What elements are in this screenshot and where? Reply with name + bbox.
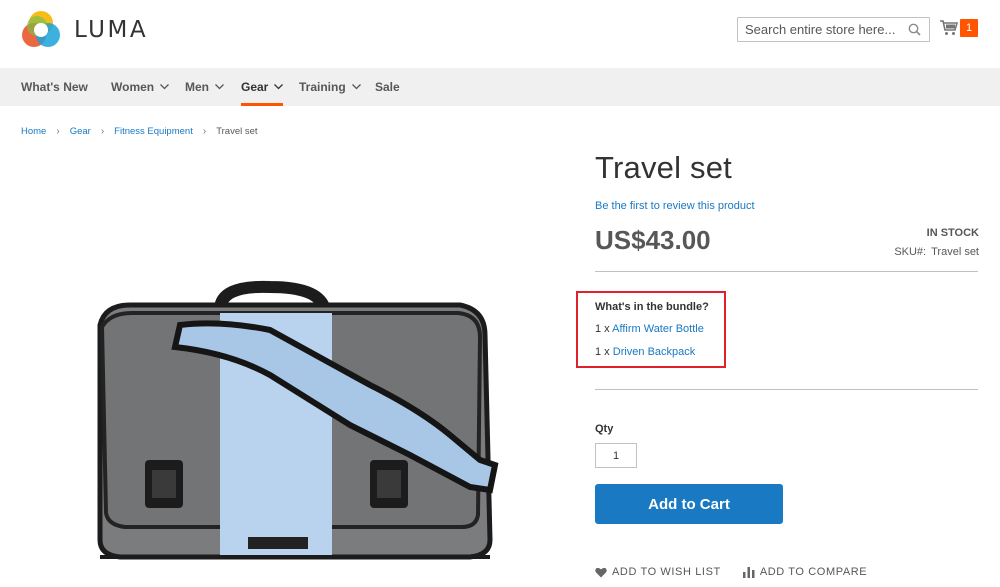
bundle-item-link-driven-backpack[interactable]: Driven Backpack bbox=[613, 346, 696, 358]
nav-item-whats-new[interactable]: What's New bbox=[21, 68, 88, 106]
bundle-item: 1 x Affirm Water Bottle bbox=[595, 323, 704, 335]
search-box bbox=[737, 17, 930, 42]
divider bbox=[595, 271, 978, 272]
page-header: LUMA 1 bbox=[0, 0, 1000, 68]
bundle-item-qty: 1 x bbox=[595, 346, 610, 358]
sku-label: SKU#: bbox=[894, 246, 927, 258]
search-input[interactable] bbox=[738, 18, 903, 41]
product-price: US$43.00 bbox=[595, 225, 711, 255]
breadcrumb-fitness-equipment[interactable]: Fitness Equipment bbox=[114, 126, 193, 137]
compare-bars-icon bbox=[742, 566, 755, 578]
main-navigation: What's New Women Men Gear Training Sale bbox=[0, 68, 1000, 106]
breadcrumb-home[interactable]: Home bbox=[21, 126, 46, 137]
bundle-item-qty: 1 x bbox=[595, 323, 610, 335]
product-title: Travel set bbox=[595, 150, 732, 185]
breadcrumb-separator-icon: › bbox=[100, 126, 105, 137]
minicart[interactable]: 1 bbox=[940, 18, 980, 40]
product-sku: SKU#: Travel set bbox=[894, 246, 979, 258]
chevron-down-icon bbox=[215, 84, 224, 90]
bundle-title: What's in the bundle? bbox=[595, 301, 709, 313]
search-icon[interactable] bbox=[908, 23, 921, 36]
breadcrumb-separator-icon: › bbox=[202, 126, 207, 137]
chevron-down-icon bbox=[351, 84, 361, 90]
add-to-compare-link[interactable]: ADD TO COMPARE bbox=[742, 566, 868, 578]
bundle-item: 1 x Driven Backpack bbox=[595, 346, 695, 358]
stock-status: IN STOCK bbox=[926, 227, 979, 239]
breadcrumb-separator-icon: › bbox=[56, 126, 60, 137]
breadcrumb: Home › Gear › Fitness Equipment › Travel… bbox=[21, 126, 258, 137]
bundle-item-link-affirm-water-bottle[interactable]: Affirm Water Bottle bbox=[612, 323, 704, 335]
logo[interactable]: LUMA bbox=[21, 10, 148, 50]
wishlist-label: ADD TO WISH LIST bbox=[612, 566, 721, 578]
chevron-down-icon bbox=[160, 84, 170, 90]
product-actions: ADD TO WISH LIST ADD TO COMPARE bbox=[595, 566, 889, 578]
breadcrumb-gear[interactable]: Gear bbox=[70, 126, 91, 137]
nav-item-label: Training bbox=[299, 80, 346, 94]
cart-icon[interactable] bbox=[940, 20, 958, 36]
qty-input[interactable] bbox=[595, 443, 637, 468]
add-to-cart-button[interactable]: Add to Cart bbox=[595, 484, 783, 524]
review-link[interactable]: Be the first to review this product bbox=[595, 200, 755, 212]
nav-item-gear[interactable]: Gear bbox=[241, 68, 284, 106]
heart-icon bbox=[595, 567, 607, 577]
cart-count-badge: 1 bbox=[960, 19, 978, 37]
chevron-down-icon bbox=[274, 84, 284, 90]
breadcrumb-current: Travel set bbox=[216, 126, 258, 137]
add-to-wishlist-link[interactable]: ADD TO WISH LIST bbox=[595, 566, 721, 578]
nav-item-label: What's New bbox=[21, 80, 88, 94]
nav-item-label: Sale bbox=[375, 80, 400, 94]
nav-item-label: Women bbox=[111, 80, 155, 94]
luma-logo-icon bbox=[22, 11, 60, 47]
nav-item-training[interactable]: Training bbox=[299, 68, 361, 106]
nav-item-label: Gear bbox=[241, 80, 269, 94]
product-image[interactable] bbox=[70, 265, 510, 585]
nav-item-women[interactable]: Women bbox=[111, 68, 170, 106]
nav-item-men[interactable]: Men bbox=[185, 68, 224, 106]
compare-label: ADD TO COMPARE bbox=[759, 566, 868, 578]
nav-item-label: Men bbox=[185, 80, 209, 94]
divider bbox=[595, 389, 978, 390]
qty-label: Qty bbox=[595, 423, 614, 435]
logo-text: LUMA bbox=[74, 17, 149, 43]
sku-value: Travel set bbox=[931, 246, 979, 258]
nav-item-sale[interactable]: Sale bbox=[375, 68, 400, 106]
